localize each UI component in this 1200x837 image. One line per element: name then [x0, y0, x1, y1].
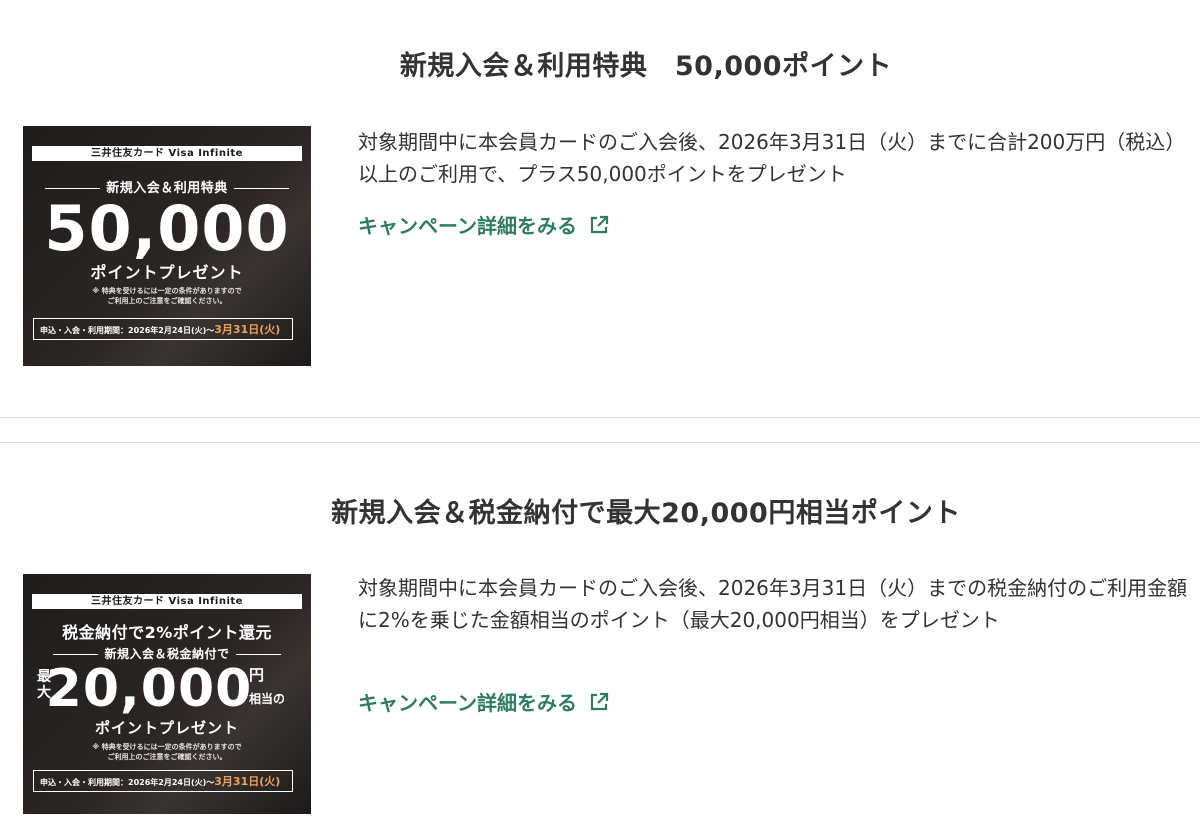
- external-link-icon: [589, 692, 609, 712]
- banner-point-present: ポイントプレゼント: [94, 719, 239, 737]
- campaign-title: 新規入会＆利用特典 50,000ポイント: [399, 51, 893, 82]
- section-divider: [0, 442, 1200, 443]
- banner-amount: 50,000: [44, 192, 290, 265]
- campaign-title: 新規入会＆税金納付で最大20,000円相当ポイント: [331, 498, 961, 529]
- campaign-section-1: 新規入会＆利用特典 50,000ポイント 三井住友カード Visa Infini…: [0, 0, 1200, 418]
- banner-period: 申込・入会・利用期間：2026年2月24日(火)〜3月31日(火): [33, 770, 293, 792]
- banner-soutou: 相当の: [249, 692, 286, 706]
- campaign-banner-image: 三井住友カード Visa Infinite 税金納付で2%ポイント還元 新規入会…: [23, 574, 311, 814]
- campaign-details-link[interactable]: キャンペーン詳細をみる: [358, 210, 609, 239]
- banner-brand: 三井住友カード Visa Infinite: [32, 594, 302, 609]
- banner-note: ※ 特典を受けるには一定の条件がありますので ご利用上のご注意をご確認ください。: [92, 287, 242, 305]
- campaign-section-2: 新規入会＆税金納付で最大20,000円相当ポイント 三井住友カード Visa I…: [0, 444, 1200, 837]
- campaign-details-link-label: キャンペーン詳細をみる: [358, 214, 577, 238]
- campaign-details-link[interactable]: キャンペーン詳細をみる: [358, 687, 609, 716]
- external-link-icon: [589, 215, 609, 235]
- banner-period: 申込・入会・利用期間：2026年2月24日(火)〜3月31日(火): [33, 318, 293, 340]
- banner-note: ※ 特典を受けるには一定の条件がありますので ご利用上のご注意をご確認ください。: [92, 743, 242, 761]
- banner-headline: 税金納付で2%ポイント還元: [62, 623, 272, 642]
- banner-yen: 円: [249, 666, 265, 684]
- section-divider: [0, 417, 1200, 418]
- campaign-banner-image: 三井住友カード Visa Infinite 新規入会＆利用特典 50,000 ポ…: [23, 126, 311, 366]
- banner-point-present: ポイントプレゼント: [90, 263, 244, 282]
- banner-brand: 三井住友カード Visa Infinite: [32, 146, 302, 161]
- campaign-description: 対象期間中に本会員カードのご入会後、2026年3月31日（火）までの税金納付のご…: [358, 576, 1188, 632]
- campaign-description: 対象期間中に本会員カードのご入会後、2026年3月31日（火）までに合計200万…: [358, 130, 1186, 186]
- campaign-details-link-label: キャンペーン詳細をみる: [358, 691, 577, 715]
